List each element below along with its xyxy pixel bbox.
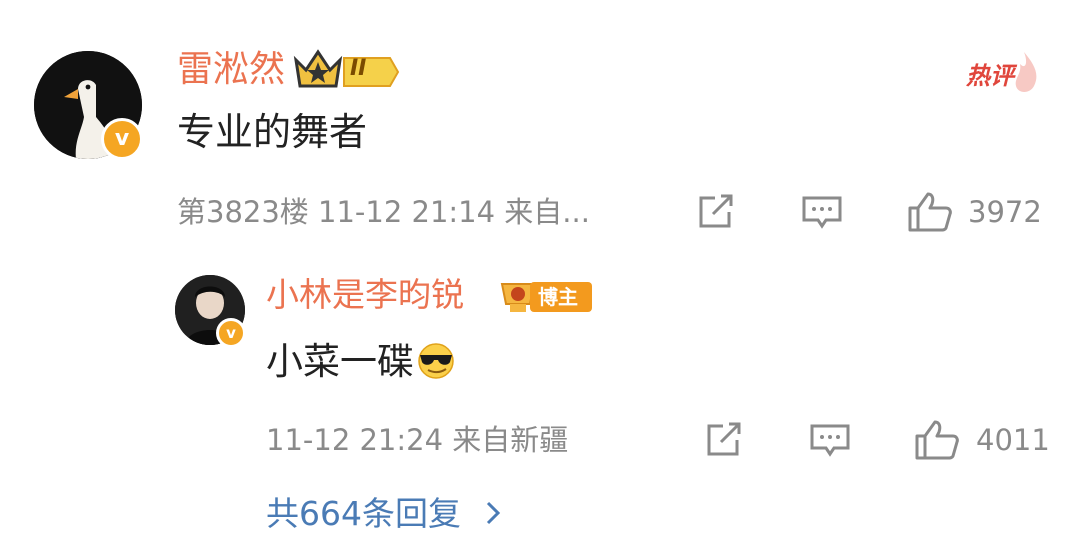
hot-label: 热评 <box>966 62 1014 90</box>
reply-author-name[interactable]: 小林是李昀锐 <box>266 274 464 316</box>
chevron-right-icon <box>486 501 500 525</box>
share-icon <box>707 422 741 456</box>
more-replies-label: 共664条回复 <box>266 494 461 533</box>
reply-text: 小菜一碟 <box>266 338 458 386</box>
reply-comment-button[interactable] <box>808 420 852 460</box>
hot-comment-badge: 热评 <box>966 50 1042 96</box>
comment-icon <box>802 196 842 229</box>
comment-author-name[interactable]: 雷淞然 <box>177 48 285 92</box>
like-button[interactable] <box>906 190 954 234</box>
comment-text: 专业的舞者 <box>177 110 368 154</box>
like-count: 3972 <box>968 195 1042 229</box>
crown-icon <box>293 49 400 88</box>
share-button[interactable] <box>695 192 739 232</box>
comment-meta: 第3823楼 11-12 21:14 来自... <box>177 195 590 229</box>
blogger-badge: 博主 <box>496 276 596 316</box>
sunglasses-emoji-icon <box>414 340 458 380</box>
crown-level-badge[interactable]: II <box>292 46 402 92</box>
comment-icon <box>810 424 850 457</box>
reply-like-button[interactable] <box>913 418 961 462</box>
reply-text-body: 小菜一碟 <box>266 340 414 383</box>
blogger-label: 博主 <box>538 285 578 309</box>
reply-meta: 11-12 21:24 来自新疆 <box>266 423 569 457</box>
share-icon <box>699 194 733 228</box>
thumbs-up-icon <box>908 192 952 232</box>
verified-badge-icon: v <box>216 318 246 348</box>
level-label: II <box>350 56 367 81</box>
reply-like-count: 4011 <box>976 423 1050 457</box>
thumbs-up-icon <box>915 420 959 460</box>
more-replies-link[interactable]: 共664条回复 <box>266 492 502 536</box>
reply-button[interactable] <box>800 192 844 232</box>
reply-share-button[interactable] <box>703 420 747 460</box>
verified-badge-icon: v <box>101 118 143 160</box>
